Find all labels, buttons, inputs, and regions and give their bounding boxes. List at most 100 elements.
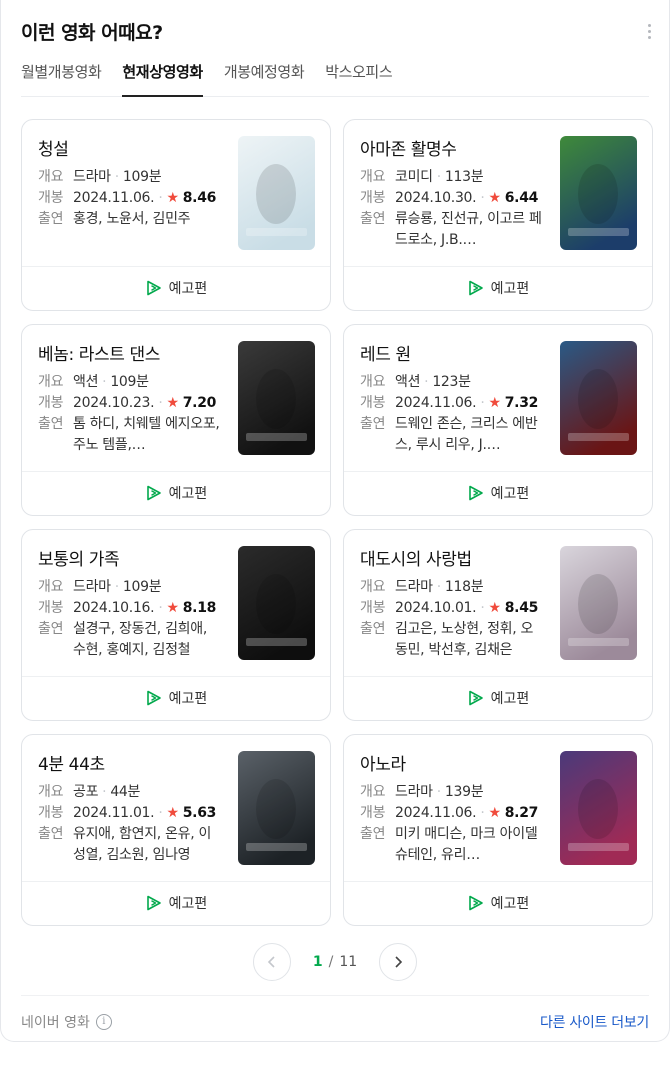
movie-card-grid: 청설 개요 드라마 · 109분 개봉 2024.11.06. · ★ 8.46…: [21, 119, 653, 926]
movie-cast: 김고은, 노상현, 정휘, 오동민, 박선후, 김채은: [395, 621, 534, 658]
movie-info: 개요 코미디 · 113분 개봉 2024.10.30. · ★ 6.44 출연…: [360, 167, 550, 251]
tab-monthly-releases[interactable]: 월별개봉영화: [21, 60, 102, 97]
separator-dot: ·: [436, 784, 441, 800]
trailer-button[interactable]: 예고편: [344, 266, 652, 310]
movie-card: 대도시의 사랑법 개요 드라마 · 118분 개봉 2024.10.01. · …: [343, 529, 653, 721]
movie-runtime: 109분: [122, 169, 162, 185]
source-name: 네이버 영화: [21, 1015, 90, 1031]
movie-title[interactable]: 4분 44초: [38, 750, 105, 775]
movie-rating: 8.18: [182, 600, 217, 616]
movie-title[interactable]: 아마존 활명수: [360, 135, 457, 160]
separator-dot: ·: [424, 374, 429, 390]
movie-card-body: 대도시의 사랑법 개요 드라마 · 118분 개봉 2024.10.01. · …: [344, 530, 652, 677]
star-icon: ★: [166, 395, 179, 411]
movie-title[interactable]: 대도시의 사랑법: [360, 545, 472, 570]
movie-runtime: 123분: [432, 374, 471, 390]
cast-label: 출연: [38, 211, 64, 227]
trailer-label: 예고편: [490, 691, 530, 707]
separator-dot: ·: [480, 190, 485, 206]
star-icon: ★: [488, 600, 501, 616]
tab-box-office[interactable]: 박스오피스: [325, 60, 392, 97]
trailer-label: 예고편: [490, 896, 530, 912]
movie-card-body: 아노라 개요 드라마 · 139분 개봉 2024.11.06. · ★ 8.2…: [344, 735, 652, 882]
cast-row: 출연 미키 매디슨, 마크 아이델슈테인, 유리…: [360, 824, 550, 866]
movie-rating: 8.27: [504, 805, 539, 821]
movie-title[interactable]: 레드 원: [360, 340, 411, 365]
movie-genre: 드라마: [73, 169, 111, 185]
trailer-button[interactable]: 예고편: [22, 676, 330, 720]
prev-page-button[interactable]: [252, 943, 291, 981]
trailer-button[interactable]: 예고편: [22, 266, 330, 310]
separator-dot: ·: [480, 805, 485, 821]
cast-label: 출연: [38, 826, 64, 842]
separator-dot: ·: [102, 784, 107, 800]
movie-poster[interactable]: [238, 341, 315, 455]
movie-title[interactable]: 베놈: 라스트 댄스: [38, 340, 160, 365]
release-label: 개봉: [38, 805, 64, 821]
trailer-label: 예고편: [168, 896, 208, 912]
trailer-button[interactable]: 예고편: [22, 881, 330, 925]
page-separator: /: [328, 954, 334, 970]
summary-row: 개요 드라마 · 109분: [38, 167, 228, 188]
movie-info: 개요 액션 · 109분 개봉 2024.10.23. · ★ 7.20 출연 …: [38, 372, 228, 456]
next-page-button[interactable]: [379, 943, 418, 981]
current-page: 1: [312, 954, 323, 970]
movie-poster[interactable]: [560, 751, 637, 865]
summary-row: 개요 액션 · 123분: [360, 372, 550, 393]
trailer-button[interactable]: 예고편: [344, 676, 652, 720]
movie-runtime: 118분: [444, 579, 484, 595]
release-label: 개봉: [360, 190, 386, 206]
cast-row: 출연 유지애, 함연지, 온유, 이성열, 김소원, 임나영: [38, 824, 228, 866]
release-label: 개봉: [360, 600, 386, 616]
movie-cast: 미키 매디슨, 마크 아이델슈테인, 유리…: [395, 826, 538, 863]
movie-title[interactable]: 청설: [38, 135, 69, 160]
movie-cast: 설경구, 장동건, 김희애, 수현, 홍예지, 김정철: [73, 621, 207, 658]
separator-dot: ·: [114, 169, 119, 185]
separator-dot: ·: [436, 579, 441, 595]
trailer-label: 예고편: [168, 486, 208, 502]
summary-label: 개요: [38, 579, 64, 595]
separator-dot: ·: [158, 600, 163, 616]
movie-poster[interactable]: [238, 546, 315, 660]
trailer-button[interactable]: 예고편: [344, 881, 652, 925]
play-icon: [468, 485, 483, 501]
info-icon[interactable]: i: [95, 1014, 112, 1030]
vertical-ellipsis-icon[interactable]: [643, 20, 655, 42]
panel-footer: 네이버 영화 i 다른 사이트 더보기: [21, 995, 649, 1042]
release-date: 2024.11.06.: [395, 395, 477, 411]
tab-upcoming[interactable]: 개봉예정영화: [224, 60, 305, 97]
movie-title[interactable]: 아노라: [360, 750, 406, 775]
summary-row: 개요 공포 · 44분: [38, 782, 228, 803]
trailer-button[interactable]: 예고편: [344, 471, 652, 515]
more-sites-link[interactable]: 다른 사이트 더보기: [540, 1012, 649, 1032]
movie-card: 레드 원 개요 액션 · 123분 개봉 2024.11.06. · ★ 7.3…: [343, 324, 653, 516]
movie-runtime: 113분: [444, 169, 484, 185]
movie-poster[interactable]: [238, 751, 315, 865]
movie-rating: 6.44: [504, 190, 539, 206]
cast-row: 출연 설경구, 장동건, 김희애, 수현, 홍예지, 김정철: [38, 619, 228, 661]
movie-rating: 7.32: [504, 395, 539, 411]
movie-poster[interactable]: [238, 136, 315, 250]
cast-label: 출연: [38, 416, 64, 432]
trailer-label: 예고편: [168, 691, 208, 707]
movie-poster[interactable]: [560, 341, 637, 455]
movie-info: 개요 드라마 · 139분 개봉 2024.11.06. · ★ 8.27 출연…: [360, 782, 550, 866]
movie-card-body: 베놈: 라스트 댄스 개요 액션 · 109분 개봉 2024.10.23. ·…: [22, 325, 330, 472]
release-row: 개봉 2024.10.16. · ★ 8.18: [38, 598, 228, 619]
chevron-left-icon: [267, 956, 275, 968]
star-icon: ★: [488, 805, 501, 821]
star-icon: ★: [488, 190, 501, 206]
movie-runtime: 109분: [122, 579, 162, 595]
movie-title[interactable]: 보통의 가족: [38, 545, 120, 570]
movie-poster[interactable]: [560, 546, 637, 660]
summary-label: 개요: [360, 579, 386, 595]
summary-row: 개요 드라마 · 118분: [360, 577, 550, 598]
movie-info: 개요 드라마 · 109분 개봉 2024.10.16. · ★ 8.18 출연…: [38, 577, 228, 661]
tab-now-showing[interactable]: 현재상영영화: [122, 60, 203, 97]
release-date: 2024.10.16.: [73, 600, 155, 616]
separator-dot: ·: [480, 395, 485, 411]
cast-row: 출연 김고은, 노상현, 정휘, 오동민, 박선후, 김채은: [360, 619, 550, 661]
movie-poster[interactable]: [560, 136, 637, 250]
trailer-button[interactable]: 예고편: [22, 471, 330, 515]
cast-label: 출연: [360, 621, 386, 637]
